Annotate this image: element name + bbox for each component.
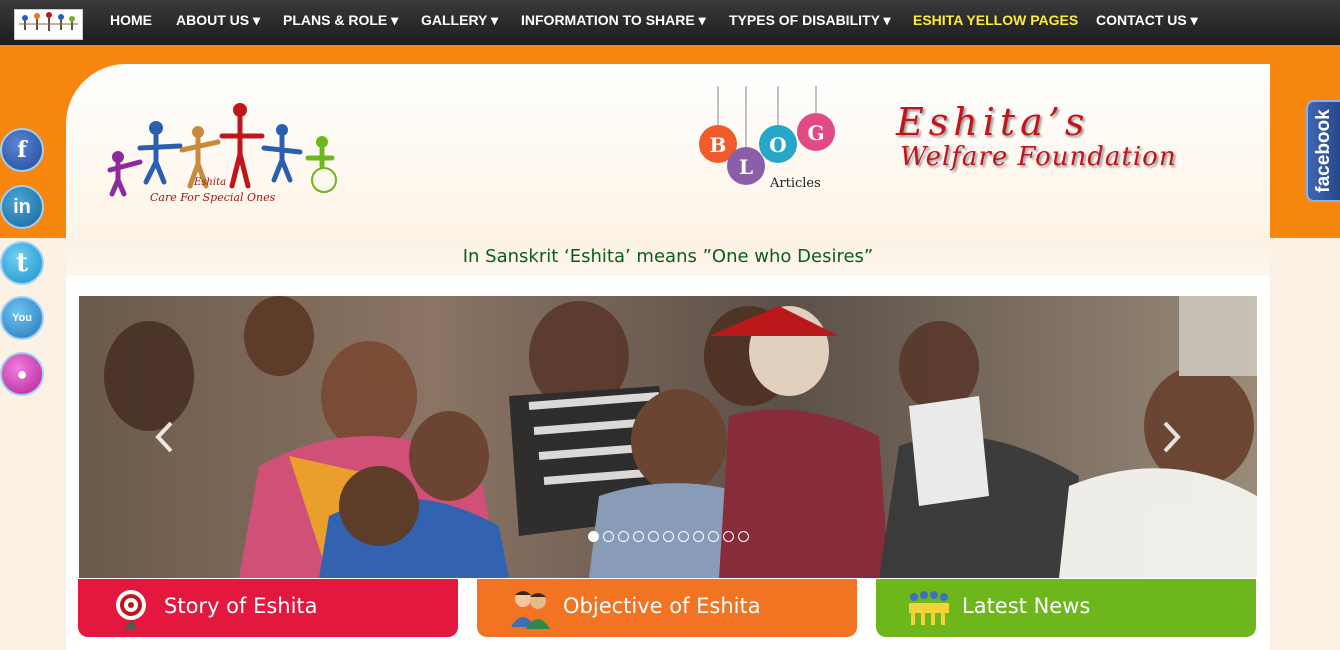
- brand-name: Eshita: [194, 177, 227, 188]
- sanskrit-tagline: In Sanskrit ‘Eshita’ means ”One who Desi…: [462, 246, 874, 267]
- blog-articles-badge[interactable]: B L O G: [694, 86, 844, 196]
- slider-dot[interactable]: [737, 531, 749, 542]
- slider-dot[interactable]: [617, 531, 629, 542]
- slider-dot[interactable]: [722, 531, 734, 542]
- social-linkedin[interactable]: in: [0, 185, 46, 231]
- facebook-side-tab[interactable]: facebook: [1306, 100, 1340, 202]
- latest-news-label: Latest News: [962, 594, 1091, 618]
- slider-dot[interactable]: [662, 531, 674, 542]
- youtube-icon[interactable]: You: [0, 296, 44, 340]
- social-youtube[interactable]: You: [0, 296, 46, 342]
- blog-letter-g: G: [807, 121, 824, 145]
- site-title-line-1: Eshita’s: [896, 100, 1090, 144]
- reddit-icon[interactable]: ●: [0, 352, 44, 396]
- top-navigation-bar: HOME ABOUT US ▾ PLANS & ROLE ▾ GALLERY ▾…: [0, 0, 1340, 45]
- nav-yellow-pages[interactable]: ESHITA YELLOW PAGES: [913, 0, 1078, 40]
- slider-dot[interactable]: [707, 531, 719, 542]
- objective-of-eshita-box[interactable]: Objective of Eshita: [477, 579, 857, 637]
- blog-caption: Articles: [770, 176, 821, 191]
- slider-pagination: [79, 531, 1257, 542]
- nav-information-to-share[interactable]: INFORMATION TO SHARE ▾: [521, 0, 706, 40]
- story-of-eshita-box[interactable]: Story of Eshita: [78, 579, 458, 637]
- people-icon: [511, 591, 550, 629]
- nav-about-us[interactable]: ABOUT US ▾: [176, 0, 260, 40]
- target-icon: [116, 590, 146, 629]
- site-title-line-2: Welfare Foundation: [900, 142, 1177, 172]
- objective-of-eshita-label: Objective of Eshita: [563, 594, 761, 618]
- social-facebook[interactable]: f: [0, 128, 46, 174]
- facebook-tab-label: facebook: [1313, 109, 1334, 193]
- slider-dot[interactable]: [632, 531, 644, 542]
- linkedin-icon[interactable]: in: [0, 185, 44, 229]
- blog-letter-o: O: [769, 133, 786, 157]
- slider-dot[interactable]: [602, 531, 614, 542]
- nav-contact-us[interactable]: CONTACT US ▾: [1096, 0, 1198, 40]
- linkedin-glyph: in: [13, 196, 31, 218]
- facebook-glyph: f: [17, 137, 27, 163]
- slider-dot[interactable]: [647, 531, 659, 542]
- youtube-glyph: You: [12, 312, 32, 324]
- story-of-eshita-label: Story of Eshita: [164, 594, 318, 618]
- family-logo-icon: [19, 12, 78, 31]
- slider-dot[interactable]: [587, 531, 599, 542]
- slider-prev-arrow-icon[interactable]: [153, 420, 177, 454]
- blog-letter-l: L: [739, 155, 753, 179]
- nav-types-of-disability[interactable]: TYPES OF DISABILITY ▾: [729, 0, 891, 40]
- facebook-icon[interactable]: f: [0, 128, 44, 172]
- nav-home[interactable]: HOME: [110, 0, 152, 40]
- header-banner: Eshita Care For Special Ones B L O G Art…: [66, 64, 1270, 238]
- crowd-icon: [909, 591, 949, 625]
- latest-news-box[interactable]: Latest News: [876, 579, 1256, 637]
- social-twitter[interactable]: t: [0, 241, 46, 287]
- twitter-glyph: t: [15, 248, 28, 278]
- twitter-icon[interactable]: t: [0, 241, 44, 285]
- blog-letter-b: B: [710, 133, 727, 157]
- photo-slider[interactable]: [79, 296, 1257, 578]
- slider-dot[interactable]: [692, 531, 704, 542]
- slider-dot[interactable]: [677, 531, 689, 542]
- nav-plans-role[interactable]: PLANS & ROLE ▾: [283, 0, 398, 40]
- nav-gallery[interactable]: GALLERY ▾: [421, 0, 498, 40]
- reddit-glyph: ●: [16, 364, 28, 384]
- brand-tagline: Care For Special Ones: [150, 191, 276, 204]
- nav-logo[interactable]: [14, 9, 83, 40]
- tagline-strip: In Sanskrit ‘Eshita’ means ”One who Desi…: [66, 238, 1270, 276]
- social-reddit[interactable]: ●: [0, 352, 46, 398]
- slider-next-arrow-icon[interactable]: [1159, 420, 1183, 454]
